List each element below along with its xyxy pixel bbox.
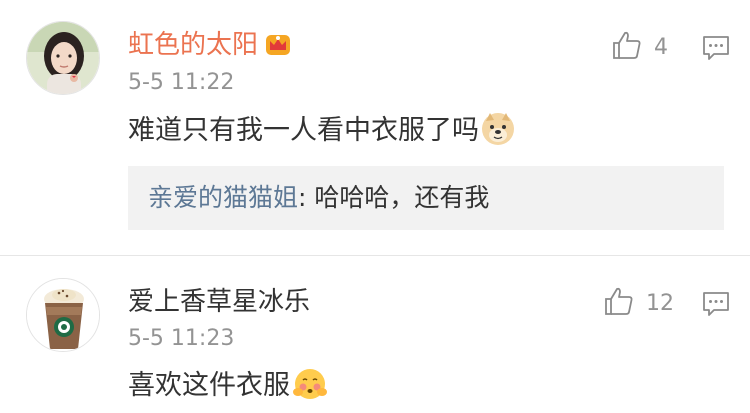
like-button[interactable]: 12: [604, 286, 674, 320]
shy-face-emoji-icon: [292, 367, 328, 410]
reply-button[interactable]: [702, 290, 730, 318]
reply-box[interactable]: 亲爱的猫猫姐: 哈哈哈，还有我: [128, 166, 724, 230]
user-avatar[interactable]: [26, 278, 100, 352]
vip-crown-icon: [264, 31, 292, 64]
username[interactable]: 虹色的太阳: [128, 30, 292, 64]
thumbs-up-icon: [612, 30, 642, 64]
username[interactable]: 爱上香草星冰乐: [128, 287, 310, 317]
like-button[interactable]: 4: [612, 30, 668, 64]
comment-time: 5-5 11:22: [128, 70, 235, 95]
doge-emoji-icon: [481, 112, 515, 155]
comment-item: 虹色的太阳 5-5 11:22 难道只有我一人看中衣服了吗 4 亲爱的猫猫姐: …: [0, 0, 750, 255]
like-count: 12: [646, 290, 674, 316]
username-text[interactable]: 虹色的太阳: [128, 30, 258, 60]
reply-text: 哈哈哈，还有我: [306, 183, 490, 212]
thumbs-up-icon: [604, 286, 634, 320]
comment-bubble-icon: [702, 292, 730, 322]
comment-text: 喜欢这件衣服: [128, 367, 328, 410]
comment-text: 难道只有我一人看中衣服了吗: [128, 112, 515, 155]
comment-item: 爱上香草星冰乐 5-5 11:23 喜欢这件衣服 12: [0, 256, 750, 413]
comment-text-content: 喜欢这件衣服: [128, 370, 290, 401]
like-count: 4: [654, 34, 668, 60]
reply-author[interactable]: 亲爱的猫猫姐: [148, 183, 298, 212]
comment-text-content: 难道只有我一人看中衣服了吗: [128, 115, 479, 146]
user-avatar[interactable]: [26, 21, 100, 95]
comment-bubble-icon: [702, 36, 730, 66]
comment-time: 5-5 11:23: [128, 326, 235, 351]
reply-button[interactable]: [702, 34, 730, 62]
